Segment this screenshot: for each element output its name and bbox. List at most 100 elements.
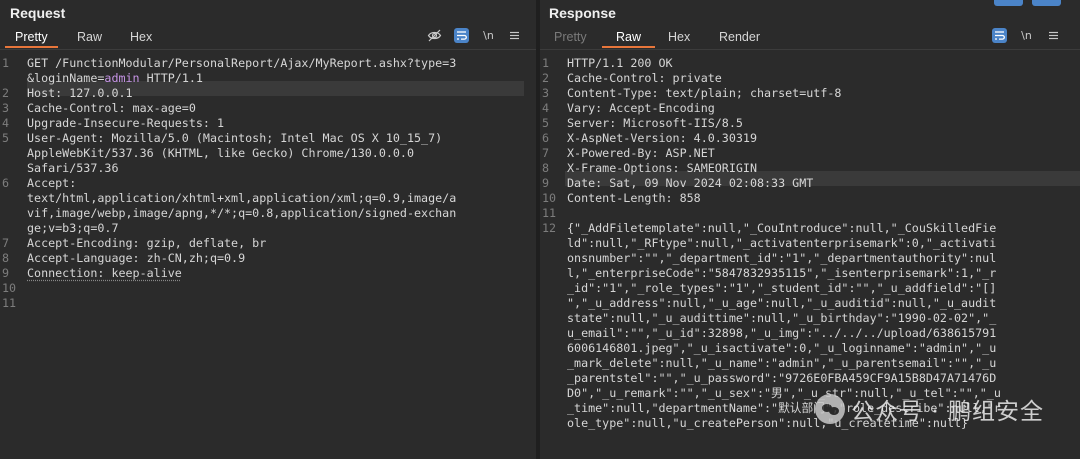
code-token: state":null,"_u_audittime":null,"_u_birt… xyxy=(567,311,997,325)
code-line: Content-Type: text/plain; charset=utf-8 xyxy=(567,86,1074,101)
code-token: Accept-Encoding: gzip, deflate, br xyxy=(27,236,267,250)
wrap-icon[interactable] xyxy=(992,28,1007,43)
line-number: 4 xyxy=(2,116,10,130)
code-line: Accept: xyxy=(27,176,530,191)
code-line: _id":"1","_role_types":"1","_student_id"… xyxy=(567,281,1074,296)
active-tab-indicator xyxy=(5,46,58,48)
code-token: onsnumber":"","_department_id":"1","_dep… xyxy=(567,251,997,265)
code-token: X-Frame-Options: SAMEORIGIN xyxy=(567,161,757,175)
code-token: Accept: xyxy=(27,176,77,190)
line-number: 2 xyxy=(542,71,550,85)
code-line: Safari/537.36 xyxy=(27,161,530,176)
code-line: Connection: keep-alive xyxy=(27,266,530,281)
tab-pretty[interactable]: Pretty xyxy=(554,30,587,44)
line-number-gutter: 1 2 3 4 5 6 7 8 9 10 11 12 xyxy=(540,50,562,459)
code-token: Accept-Language: zh-CN,zh;q=0.9 xyxy=(27,251,246,265)
wechat-icon xyxy=(815,394,846,424)
code-line: _mark_delete":null,"_u_name":"admin","_u… xyxy=(567,356,1074,371)
code-token: _id":"1","_role_types":"1","_student_id"… xyxy=(567,281,997,295)
tab-render[interactable]: Render xyxy=(719,30,760,44)
code-line: Date: Sat, 09 Nov 2024 02:08:33 GMT xyxy=(567,176,1074,191)
code-token: Vary: Accept-Encoding xyxy=(567,101,715,115)
tab-raw[interactable]: Raw xyxy=(616,30,641,44)
code-line: HTTP/1.1 200 OK xyxy=(567,56,1074,71)
line-number: 2 xyxy=(2,86,10,100)
code-token: AppleWebKit/537.36 (KHTML, like Gecko) C… xyxy=(27,146,415,160)
code-line: X-Frame-Options: SAMEORIGIN xyxy=(567,161,1074,176)
code-token: 6006146801.jpeg","_u_isactivate":0,"_u_l… xyxy=(567,341,997,355)
request-editor[interactable]: GET /FunctionModular/PersonalReport/Ajax… xyxy=(27,50,536,459)
code-token: Server: Microsoft-IIS/8.5 xyxy=(567,116,743,130)
active-tab-indicator xyxy=(602,46,655,48)
tab-pretty[interactable]: Pretty xyxy=(15,30,48,44)
code-token: ","_u_address":null,"_u_age":null,"_u_au… xyxy=(567,296,997,310)
tab-raw[interactable]: Raw xyxy=(77,30,102,44)
code-token: Cache-Control: private xyxy=(567,71,722,85)
line-number: 9 xyxy=(542,176,550,190)
code-line: vif,image/webp,image/apng,*/*;q=0.8,appl… xyxy=(27,206,530,221)
code-line: ge;v=b3;q=0.7 xyxy=(27,221,530,236)
code-token: HTTP/1.1 200 OK xyxy=(567,56,673,70)
code-token: X-AspNet-Version: 4.0.30319 xyxy=(567,131,757,145)
newline-toggle[interactable]: \n xyxy=(481,28,496,43)
code-line: Cache-Control: private xyxy=(567,71,1074,86)
layout-toggle-button-2[interactable] xyxy=(1032,0,1061,6)
code-line: _parentstel":"","_u_password":"9726E0FBA… xyxy=(567,371,1074,386)
watermark-text: 公众号 · 鹏组安全 xyxy=(851,399,1044,425)
code-line: GET /FunctionModular/PersonalReport/Ajax… xyxy=(27,56,530,71)
newline-toggle[interactable]: \n xyxy=(1019,28,1034,43)
code-token: User-Agent: Mozilla/5.0 (Macintosh; Inte… xyxy=(27,131,443,145)
layout-toggle-button[interactable] xyxy=(994,0,1023,6)
code-line: User-Agent: Mozilla/5.0 (Macintosh; Inte… xyxy=(27,131,530,146)
response-title: Response xyxy=(549,5,616,21)
wrap-icon[interactable] xyxy=(454,28,469,43)
code-line: onsnumber":"","_department_id":"1","_dep… xyxy=(567,251,1074,266)
code-line: Accept-Encoding: gzip, deflate, br xyxy=(27,236,530,251)
tab-hex[interactable]: Hex xyxy=(668,30,690,44)
code-token: l,"_enterpriseCode":"5847832935115","_is… xyxy=(567,266,997,280)
line-number: 5 xyxy=(2,131,10,145)
code-line: Server: Microsoft-IIS/8.5 xyxy=(567,116,1074,131)
code-line: Vary: Accept-Encoding xyxy=(567,101,1074,116)
line-number: 3 xyxy=(2,101,10,115)
code-line: Accept-Language: zh-CN,zh;q=0.9 xyxy=(27,251,530,266)
line-number: 10 xyxy=(542,191,557,205)
line-number: 6 xyxy=(542,131,550,145)
code-line: X-Powered-By: ASP.NET xyxy=(567,146,1074,161)
line-number-gutter: 1 2 3 4 5 6 7 8 9 10 11 xyxy=(0,50,22,459)
menu-icon[interactable] xyxy=(1046,28,1061,43)
code-token: u_email":"","_u_id":32898,"_u_img":"../.… xyxy=(567,326,997,340)
code-line: 6006146801.jpeg","_u_isactivate":0,"_u_l… xyxy=(567,341,1074,356)
code-line: X-AspNet-Version: 4.0.30319 xyxy=(567,131,1074,146)
code-line: l,"_enterpriseCode":"5847832935115","_is… xyxy=(567,266,1074,281)
code-token: Safari/537.36 xyxy=(27,161,119,175)
line-number: 10 xyxy=(2,281,17,295)
code-token: text/html,application/xhtml+xml,applicat… xyxy=(27,191,457,205)
code-line: text/html,application/xhtml+xml,applicat… xyxy=(27,191,530,206)
code-token: X-Powered-By: ASP.NET xyxy=(567,146,715,160)
line-number: 8 xyxy=(542,161,550,175)
request-title: Request xyxy=(10,5,66,21)
code-line: Content-Length: 858 xyxy=(567,191,1074,206)
menu-icon[interactable] xyxy=(507,28,522,43)
line-number: 7 xyxy=(2,236,10,250)
tab-hex[interactable]: Hex xyxy=(130,30,152,44)
code-token: HTTP/1.1 xyxy=(139,71,203,85)
code-line: Host: 127.0.0.1 xyxy=(27,86,530,101)
code-token: ld":null,"_RFtype":null,"_activatenterpr… xyxy=(567,236,997,250)
line-number: 4 xyxy=(542,101,550,115)
eye-slash-icon[interactable] xyxy=(427,28,442,43)
code-token: &loginName= xyxy=(27,71,105,85)
code-line: &loginName=admin HTTP/1.1 xyxy=(27,71,530,86)
code-token: Content-Type: text/plain; charset=utf-8 xyxy=(567,86,842,100)
code-token: GET /FunctionModular/PersonalReport/Ajax… xyxy=(27,56,457,70)
line-number: 1 xyxy=(2,56,10,70)
line-number: 1 xyxy=(542,56,550,70)
line-number: 11 xyxy=(542,206,557,220)
code-line: state":null,"_u_audittime":null,"_u_birt… xyxy=(567,311,1074,326)
code-line: u_email":"","_u_id":32898,"_u_img":"../.… xyxy=(567,326,1074,341)
code-token: Upgrade-Insecure-Requests: 1 xyxy=(27,116,225,130)
watermark: 公众号 · 鹏组安全 xyxy=(815,389,1044,429)
code-token: admin xyxy=(104,71,140,85)
line-number: 9 xyxy=(2,266,10,280)
